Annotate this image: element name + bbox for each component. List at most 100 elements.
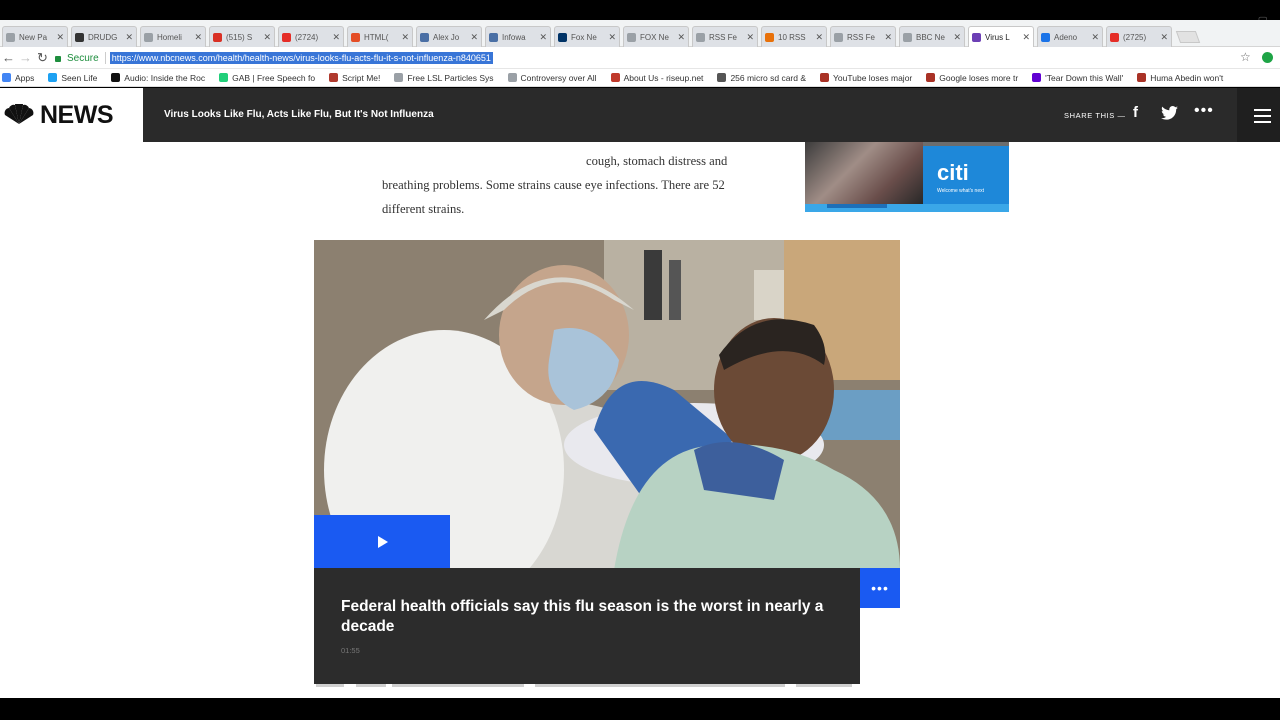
browser-tab[interactable]: 10 RSS ✕ bbox=[761, 26, 827, 47]
bookmark-favicon-icon bbox=[717, 73, 727, 82]
tab-favicon-icon bbox=[1110, 32, 1119, 42]
bookmark-item[interactable]: GAB | Free Speech fo bbox=[219, 73, 315, 83]
browser-tab[interactable]: (2724) ✕ bbox=[278, 26, 344, 47]
bookmark-item[interactable]: Script Me! bbox=[329, 73, 380, 83]
bookmark-item[interactable]: About Us - riseup.net bbox=[610, 73, 703, 83]
hamburger-menu-button[interactable] bbox=[1237, 88, 1280, 142]
peacock-icon bbox=[4, 104, 34, 124]
browser-tab[interactable]: Virus L ✕ bbox=[968, 26, 1034, 47]
address-bar[interactable]: Secure https://www.nbcnews.com/health/he… bbox=[55, 49, 1255, 67]
tab-close-icon[interactable]: ✕ bbox=[746, 32, 754, 43]
bookmark-item[interactable]: 256 micro sd card & bbox=[717, 73, 806, 83]
play-button[interactable] bbox=[314, 515, 450, 569]
bookmark-favicon-icon bbox=[2, 73, 11, 82]
new-tab-button[interactable] bbox=[1175, 31, 1201, 43]
bookmark-star-icon[interactable]: ☆ bbox=[1240, 50, 1251, 64]
header-headline: Virus Looks Like Flu, Acts Like Flu, But… bbox=[164, 109, 434, 120]
bookmark-label: 256 micro sd card & bbox=[730, 72, 807, 83]
tab-close-icon[interactable]: ✕ bbox=[1160, 32, 1168, 43]
tab-close-icon[interactable]: ✕ bbox=[815, 32, 823, 43]
tab-close-icon[interactable]: ✕ bbox=[56, 32, 64, 43]
bookmark-item[interactable]: Google loses more tr bbox=[926, 73, 1018, 83]
tab-close-icon[interactable]: ✕ bbox=[539, 32, 547, 43]
decorative-divider bbox=[535, 684, 785, 687]
bookmark-item[interactable]: Huma Abedin won't bbox=[1137, 73, 1223, 83]
bookmark-item[interactable]: Audio: Inside the Roc bbox=[111, 73, 205, 83]
tab-close-icon[interactable]: ✕ bbox=[1022, 32, 1030, 43]
tab-label: HTML( bbox=[364, 32, 389, 42]
browser-tab[interactable]: Adeno ✕ bbox=[1037, 26, 1103, 47]
decorative-divider bbox=[356, 684, 386, 687]
bookmark-label: Seen Life bbox=[61, 72, 98, 83]
play-icon bbox=[378, 536, 388, 548]
browser-tab[interactable]: FOX Ne ✕ bbox=[623, 26, 689, 47]
bookmark-item[interactable]: Free LSL Particles Sys bbox=[394, 73, 494, 83]
tab-close-icon[interactable]: ✕ bbox=[194, 32, 202, 43]
browser-tab[interactable]: HTML( ✕ bbox=[347, 26, 413, 47]
tab-favicon-icon bbox=[75, 32, 84, 42]
bookmark-favicon-icon bbox=[48, 73, 58, 82]
article-line: breathing problems. Some strains cause e… bbox=[382, 178, 725, 192]
tab-close-icon[interactable]: ✕ bbox=[677, 32, 685, 43]
browser-tab[interactable]: (2725) ✕ bbox=[1106, 26, 1172, 47]
bookmark-favicon-icon bbox=[507, 73, 517, 82]
browser-tab[interactable]: New Pa ✕ bbox=[2, 26, 68, 47]
tab-close-icon[interactable]: ✕ bbox=[884, 32, 892, 43]
bookmark-item[interactable]: 'Tear Down this Wall' bbox=[1032, 73, 1123, 83]
tab-close-icon[interactable]: ✕ bbox=[470, 32, 478, 43]
tab-favicon-icon bbox=[420, 32, 429, 42]
citi-logo-panel: citi Welcome what's next bbox=[923, 146, 1009, 204]
tab-close-icon[interactable]: ✕ bbox=[401, 32, 409, 43]
video-caption-title[interactable]: Federal health officials say this flu se… bbox=[341, 597, 831, 637]
tab-favicon-icon bbox=[558, 32, 567, 42]
tab-close-icon[interactable]: ✕ bbox=[263, 32, 271, 43]
secure-indicator[interactable]: Secure bbox=[55, 52, 106, 64]
tab-close-icon[interactable]: ✕ bbox=[125, 32, 133, 43]
tab-close-icon[interactable]: ✕ bbox=[332, 32, 340, 43]
video-more-options-button[interactable]: ••• bbox=[860, 568, 900, 608]
tab-favicon-icon bbox=[282, 32, 291, 42]
bookmark-favicon-icon bbox=[1137, 73, 1147, 82]
bookmark-label: GAB | Free Speech fo bbox=[232, 72, 316, 83]
more-options-icon[interactable]: ••• bbox=[1194, 102, 1214, 120]
tab-close-icon[interactable]: ✕ bbox=[608, 32, 616, 43]
tab-label: Virus L bbox=[985, 32, 1010, 42]
tab-bar: New Pa ✕ DRUDG ✕ Homeli ✕ (515) S ✕ (2724) ✕ HTML(… bbox=[0, 20, 1280, 47]
tab-favicon-icon bbox=[627, 32, 636, 42]
tab-label: Alex Jo bbox=[433, 32, 460, 42]
twitter-icon[interactable] bbox=[1161, 106, 1178, 120]
browser-tab[interactable]: (515) S ✕ bbox=[209, 26, 275, 47]
browser-tab[interactable]: Homeli ✕ bbox=[140, 26, 206, 47]
bookmarks-bar: Apps Seen Life Audio: Inside the Roc GAB | … bbox=[0, 69, 1280, 87]
browser-tab[interactable]: Infowa ✕ bbox=[485, 26, 551, 47]
extension-icon[interactable] bbox=[1262, 52, 1273, 63]
browser-tab[interactable]: Fox Ne ✕ bbox=[554, 26, 620, 47]
bookmark-item[interactable]: Seen Life bbox=[48, 73, 97, 83]
lock-icon bbox=[55, 56, 61, 62]
forward-icon[interactable]: → bbox=[19, 50, 32, 66]
browser-tab[interactable]: RSS Fe ✕ bbox=[830, 26, 896, 47]
reload-icon[interactable]: ↻ bbox=[37, 50, 48, 66]
bookmark-item[interactable]: Controversy over All bbox=[507, 73, 597, 83]
bookmark-favicon-icon bbox=[820, 73, 830, 82]
browser-tab[interactable]: DRUDG ✕ bbox=[71, 26, 137, 47]
decorative-divider bbox=[796, 684, 852, 687]
bookmark-item[interactable]: YouTube loses major bbox=[820, 73, 912, 83]
tab-favicon-icon bbox=[696, 32, 705, 42]
browser-tab[interactable]: Alex Jo ✕ bbox=[416, 26, 482, 47]
facebook-icon[interactable]: f bbox=[1133, 104, 1138, 121]
browser-tab[interactable]: RSS Fe ✕ bbox=[692, 26, 758, 47]
bookmark-item[interactable]: Apps bbox=[2, 73, 34, 83]
tab-close-icon[interactable]: ✕ bbox=[1091, 32, 1099, 43]
nbc-news-logo[interactable]: NEWS bbox=[0, 88, 143, 142]
browser-tab[interactable]: BBC Ne ✕ bbox=[899, 26, 965, 47]
back-icon[interactable]: ← bbox=[2, 50, 15, 66]
tab-favicon-icon bbox=[765, 32, 774, 42]
tab-close-icon[interactable]: ✕ bbox=[953, 32, 961, 43]
bookmark-label: Audio: Inside the Roc bbox=[124, 72, 206, 83]
tab-favicon-icon bbox=[834, 32, 843, 42]
bookmark-label: YouTube loses major bbox=[833, 72, 913, 83]
url-text[interactable]: https://www.nbcnews.com/health/health-ne… bbox=[109, 52, 493, 64]
citi-advertisement[interactable]: citi Welcome what's next bbox=[805, 142, 1009, 212]
bookmark-favicon-icon bbox=[329, 73, 339, 82]
